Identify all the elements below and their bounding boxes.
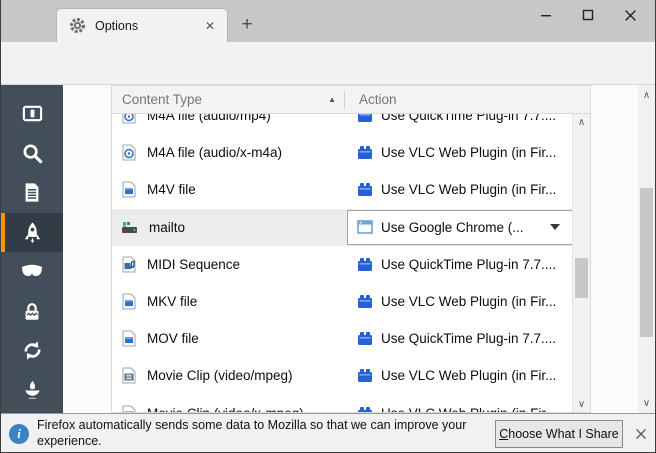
plugin-icon bbox=[358, 295, 372, 309]
document-icon bbox=[25, 183, 39, 202]
app-window-icon bbox=[357, 220, 373, 234]
midi-document-icon bbox=[122, 256, 136, 273]
table-row[interactable]: Movie Clip (video/x-mpeg) Use VLC Web Pl… bbox=[112, 395, 573, 412]
scroll-up-icon[interactable]: ∧ bbox=[573, 114, 590, 130]
video-document-icon bbox=[122, 293, 136, 310]
navigation-toolbar: Firefox about:preferences#ap Search bbox=[1, 42, 655, 121]
tab-close-icon[interactable]: ✕ bbox=[201, 17, 219, 35]
page-scrollbar[interactable]: ∧ ∨ bbox=[638, 85, 655, 413]
notification-bar: i Firefox automatically sends some data … bbox=[1, 413, 655, 452]
title-bar: Options ✕ + bbox=[1, 0, 655, 42]
dropdown-selected-value: Use Google Chrome (... bbox=[381, 219, 524, 235]
plugin-icon bbox=[358, 146, 372, 160]
category-sidebar bbox=[1, 85, 63, 413]
table-row[interactable]: M4A file (audio/x-m4a) Use VLC Web Plugi… bbox=[112, 134, 573, 171]
film-document-icon bbox=[122, 405, 136, 412]
info-icon: i bbox=[9, 424, 29, 444]
sidebar-item-applications[interactable] bbox=[1, 212, 63, 252]
video-document-icon bbox=[122, 330, 136, 347]
audio-document-icon bbox=[122, 144, 136, 161]
plugin-icon bbox=[358, 257, 372, 271]
tab-title: Options bbox=[95, 18, 139, 33]
preferences-content: Content Type ▲ Action M4A file (audio/mp… bbox=[1, 85, 655, 413]
general-panel-icon bbox=[22, 105, 42, 122]
list-scrollbar-thumb[interactable] bbox=[575, 258, 588, 298]
column-header-action[interactable]: Action bbox=[345, 92, 397, 107]
table-row[interactable]: MIDI Sequence Use QuickTime Plug-in 7.7.… bbox=[112, 246, 573, 283]
firefox-window: Options ✕ + Content Type ▲ Action M4A fi… bbox=[0, 0, 656, 453]
lamp-icon bbox=[24, 380, 40, 399]
maximize-icon bbox=[582, 9, 594, 21]
rocket-icon bbox=[24, 222, 40, 243]
film-document-icon bbox=[122, 367, 136, 384]
sidebar-item-advanced[interactable] bbox=[1, 371, 63, 411]
sync-arrows-icon bbox=[23, 341, 41, 360]
notification-close-button[interactable] bbox=[631, 425, 651, 443]
choose-what-i-share-button[interactable]: Choose What I Share bbox=[495, 420, 623, 448]
close-icon bbox=[636, 429, 646, 439]
plugin-icon bbox=[358, 183, 372, 197]
application-icon bbox=[122, 221, 137, 233]
table-header: Content Type ▲ Action bbox=[112, 86, 590, 114]
page-scrollbar-thumb[interactable] bbox=[640, 188, 653, 337]
scroll-down-icon[interactable]: ∨ bbox=[573, 396, 590, 412]
sort-ascending-icon: ▲ bbox=[328, 95, 336, 104]
tab-options[interactable]: Options ✕ bbox=[56, 8, 228, 42]
video-document-icon bbox=[122, 181, 136, 198]
maximize-button[interactable] bbox=[567, 2, 609, 28]
scroll-up-icon[interactable]: ∧ bbox=[638, 87, 655, 103]
search-icon bbox=[22, 144, 42, 164]
close-window-button[interactable] bbox=[609, 2, 651, 28]
audio-document-icon bbox=[122, 114, 136, 124]
table-row-mailto-selected[interactable]: mailto Use Google Chrome (... bbox=[112, 208, 573, 246]
minimize-button[interactable] bbox=[525, 2, 567, 28]
list-scrollbar[interactable]: ∧ ∨ bbox=[572, 114, 590, 412]
sidebar-item-sync[interactable] bbox=[1, 331, 63, 371]
sidebar-item-security[interactable] bbox=[1, 292, 63, 332]
close-icon bbox=[624, 9, 636, 21]
plugin-icon bbox=[358, 369, 372, 383]
handlers-list: M4A file (audio/mp4) Use QuickTime Plug-… bbox=[112, 114, 573, 412]
plugin-icon bbox=[358, 406, 372, 412]
gear-icon bbox=[69, 17, 86, 34]
action-dropdown[interactable]: Use Google Chrome (... bbox=[347, 209, 573, 245]
sidebar-item-general[interactable] bbox=[1, 94, 63, 134]
window-controls bbox=[525, 2, 651, 28]
chevron-down-icon bbox=[550, 224, 560, 231]
table-row[interactable]: M4A file (audio/mp4) Use QuickTime Plug-… bbox=[112, 114, 573, 134]
table-row[interactable]: MKV file Use VLC Web Plugin (in Fir... bbox=[112, 283, 573, 320]
handlers-table: Content Type ▲ Action M4A file (audio/mp… bbox=[111, 85, 591, 413]
new-tab-button[interactable]: + bbox=[234, 14, 260, 36]
column-header-content-type[interactable]: Content Type ▲ bbox=[112, 92, 344, 107]
lock-icon bbox=[25, 302, 39, 320]
table-row[interactable]: M4V file Use VLC Web Plugin (in Fir... bbox=[112, 171, 573, 208]
table-row[interactable]: Movie Clip (video/mpeg) Use VLC Web Plug… bbox=[112, 357, 573, 394]
notification-message: Firefox automatically sends some data to… bbox=[37, 418, 467, 448]
table-row[interactable]: MOV file Use QuickTime Plug-in 7.7.... bbox=[112, 320, 573, 357]
sidebar-item-search[interactable] bbox=[1, 134, 63, 174]
sidebar-item-privacy[interactable] bbox=[1, 252, 63, 292]
scroll-down-icon[interactable]: ∨ bbox=[638, 395, 655, 411]
sidebar-item-content[interactable] bbox=[1, 173, 63, 213]
plugin-icon bbox=[358, 332, 372, 346]
mask-icon bbox=[22, 264, 42, 276]
plugin-icon bbox=[358, 114, 372, 123]
minimize-icon bbox=[541, 15, 551, 17]
